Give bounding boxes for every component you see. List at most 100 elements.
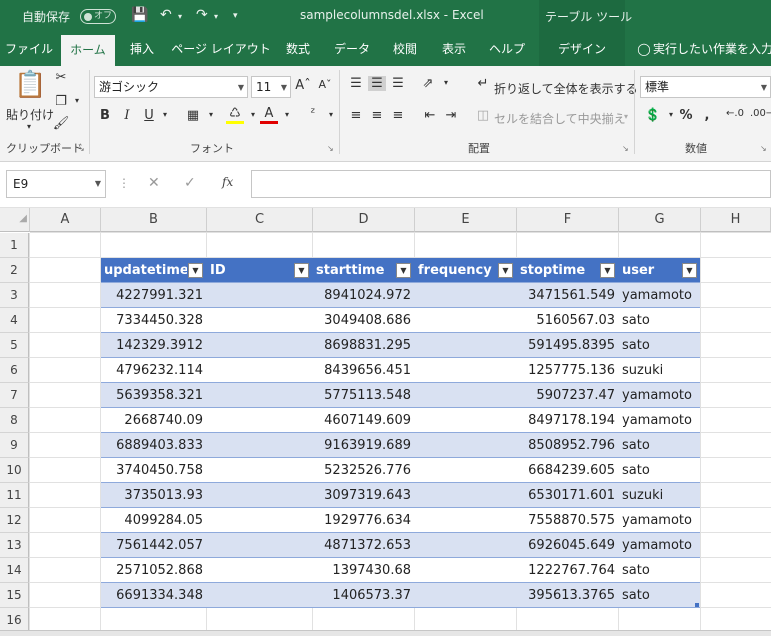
row-header-4[interactable]: 4 bbox=[0, 308, 29, 333]
column-header-f[interactable]: F bbox=[517, 208, 619, 232]
row-header-5[interactable]: 5 bbox=[0, 333, 29, 358]
table-cell[interactable]: 6684239.605 bbox=[517, 458, 619, 483]
table-cell[interactable]: 3740450.758 bbox=[101, 458, 207, 483]
align-bottom-icon[interactable]: ☰ bbox=[389, 76, 407, 91]
table-cell[interactable] bbox=[207, 558, 313, 583]
merge-dropdown-icon[interactable]: ▾ bbox=[617, 112, 635, 121]
tell-me-search[interactable]: 実行したい作業を入力し bbox=[653, 34, 771, 66]
filter-dropdown-frequency[interactable]: ▼ bbox=[498, 263, 513, 278]
clipboard-launcher-icon[interactable]: ↘ bbox=[78, 144, 85, 153]
table-cell[interactable]: sato bbox=[619, 333, 701, 358]
tab-view[interactable]: 表示 bbox=[432, 34, 476, 66]
table-cell[interactable] bbox=[207, 433, 313, 458]
row-header-14[interactable]: 14 bbox=[0, 558, 29, 583]
autosave-toggle[interactable]: オフ bbox=[80, 9, 116, 24]
table-cell[interactable]: yamamoto bbox=[619, 283, 701, 308]
table-cell[interactable] bbox=[207, 358, 313, 383]
number-launcher-icon[interactable]: ↘ bbox=[760, 144, 767, 153]
enter-icon[interactable]: ✓ bbox=[184, 175, 196, 191]
table-cell[interactable]: sato bbox=[619, 433, 701, 458]
table-cell[interactable] bbox=[415, 433, 517, 458]
formula-input[interactable] bbox=[251, 170, 771, 198]
font-size-combo[interactable]: 11 ▼ bbox=[251, 76, 291, 98]
table-cell[interactable]: suzuki bbox=[619, 483, 701, 508]
table-cell[interactable] bbox=[207, 533, 313, 558]
table-cell[interactable]: 7334450.328 bbox=[101, 308, 207, 333]
table-cell[interactable]: 5232526.776 bbox=[313, 458, 415, 483]
filter-dropdown-user[interactable]: ▼ bbox=[682, 263, 697, 278]
redo-dropdown-icon[interactable]: ▾ bbox=[214, 12, 218, 21]
table-cell[interactable]: sato bbox=[619, 558, 701, 583]
table-cell[interactable]: 1257775.136 bbox=[517, 358, 619, 383]
table-cell[interactable]: 1397430.68 bbox=[313, 558, 415, 583]
redo-icon[interactable]: ↷ bbox=[196, 7, 208, 23]
underline-dropdown-icon[interactable]: ▾ bbox=[156, 110, 174, 119]
table-cell[interactable]: 6889403.833 bbox=[101, 433, 207, 458]
decrease-font-size-icon[interactable]: Aˇ bbox=[316, 78, 334, 91]
table-cell[interactable]: 8698831.295 bbox=[313, 333, 415, 358]
table-cell[interactable] bbox=[207, 383, 313, 408]
table-cell[interactable] bbox=[415, 383, 517, 408]
undo-icon[interactable]: ↶ bbox=[160, 7, 172, 23]
column-header-a[interactable]: A bbox=[30, 208, 101, 232]
align-left-icon[interactable]: ≡ bbox=[347, 108, 365, 123]
italic-icon[interactable]: I bbox=[118, 108, 136, 123]
table-cell[interactable] bbox=[207, 508, 313, 533]
table-cell[interactable]: 4099284.05 bbox=[101, 508, 207, 533]
row-header-9[interactable]: 9 bbox=[0, 433, 29, 458]
insert-function-icon[interactable]: fx bbox=[222, 175, 233, 189]
tab-formulas[interactable]: 数式 bbox=[276, 34, 320, 66]
increase-indent-icon[interactable]: ⇥ bbox=[442, 108, 460, 123]
font-name-combo[interactable]: 游ゴシック ▼ bbox=[94, 76, 248, 98]
table-cell[interactable]: 5907237.47 bbox=[517, 383, 619, 408]
customize-qat-icon[interactable]: ▾ bbox=[233, 11, 238, 21]
table-cell[interactable]: yamamoto bbox=[619, 508, 701, 533]
table-cell[interactable]: 8508952.796 bbox=[517, 433, 619, 458]
font-launcher-icon[interactable]: ↘ bbox=[327, 144, 334, 153]
tab-insert[interactable]: 挿入 bbox=[118, 34, 166, 66]
row-header-3[interactable]: 3 bbox=[0, 283, 29, 308]
table-cell[interactable] bbox=[415, 308, 517, 333]
orientation-icon[interactable]: ⇗ bbox=[419, 76, 437, 91]
format-painter-icon[interactable]: 🖌 bbox=[52, 116, 70, 131]
table-cell[interactable]: 8941024.972 bbox=[313, 283, 415, 308]
table-cell[interactable] bbox=[415, 583, 517, 608]
table-cell[interactable] bbox=[207, 408, 313, 433]
table-cell[interactable]: 4227991.321 bbox=[101, 283, 207, 308]
table-cell[interactable]: 9163919.689 bbox=[313, 433, 415, 458]
table-cell[interactable] bbox=[415, 508, 517, 533]
table-cell[interactable] bbox=[207, 458, 313, 483]
table-cell[interactable] bbox=[415, 533, 517, 558]
table-cell[interactable]: yamamoto bbox=[619, 533, 701, 558]
decrease-decimal-icon[interactable]: .00→ bbox=[750, 108, 771, 119]
row-header-10[interactable]: 10 bbox=[0, 458, 29, 483]
comma-style-icon[interactable]: , bbox=[698, 108, 716, 123]
table-cell[interactable] bbox=[207, 283, 313, 308]
phonetic-icon[interactable]: ᶻ bbox=[304, 106, 322, 121]
number-format-combo[interactable]: 標準 ▼ bbox=[640, 76, 771, 98]
table-cell[interactable] bbox=[415, 558, 517, 583]
row-header-15[interactable]: 15 bbox=[0, 583, 29, 608]
table-cell[interactable]: 4871372.653 bbox=[313, 533, 415, 558]
table-cell[interactable]: 5775113.548 bbox=[313, 383, 415, 408]
table-cell[interactable]: 6926045.649 bbox=[517, 533, 619, 558]
accounting-format-icon[interactable]: 💲 bbox=[644, 108, 662, 123]
paste-dropdown-icon[interactable]: ▾ bbox=[20, 122, 38, 131]
cancel-icon[interactable]: ✕ bbox=[148, 175, 160, 191]
table-cell[interactable] bbox=[207, 333, 313, 358]
table-cell[interactable] bbox=[415, 408, 517, 433]
column-header-c[interactable]: C bbox=[207, 208, 313, 232]
font-color-icon[interactable]: A bbox=[260, 106, 278, 124]
table-cell[interactable]: sato bbox=[619, 458, 701, 483]
row-header-8[interactable]: 8 bbox=[0, 408, 29, 433]
align-center-icon[interactable]: ≡ bbox=[368, 108, 386, 123]
paste-icon[interactable]: 📋 bbox=[14, 70, 46, 100]
wrap-text-button[interactable]: 折り返して全体を表示する bbox=[494, 80, 638, 97]
font-color-dropdown-icon[interactable]: ▾ bbox=[278, 110, 296, 119]
phonetic-dropdown-icon[interactable]: ▾ bbox=[322, 110, 340, 119]
tab-file[interactable]: ファイル bbox=[0, 34, 58, 66]
align-right-icon[interactable]: ≡ bbox=[389, 108, 407, 123]
borders-dropdown-icon[interactable]: ▾ bbox=[202, 110, 220, 119]
row-header-11[interactable]: 11 bbox=[0, 483, 29, 508]
borders-icon[interactable]: ▦ bbox=[184, 108, 202, 123]
